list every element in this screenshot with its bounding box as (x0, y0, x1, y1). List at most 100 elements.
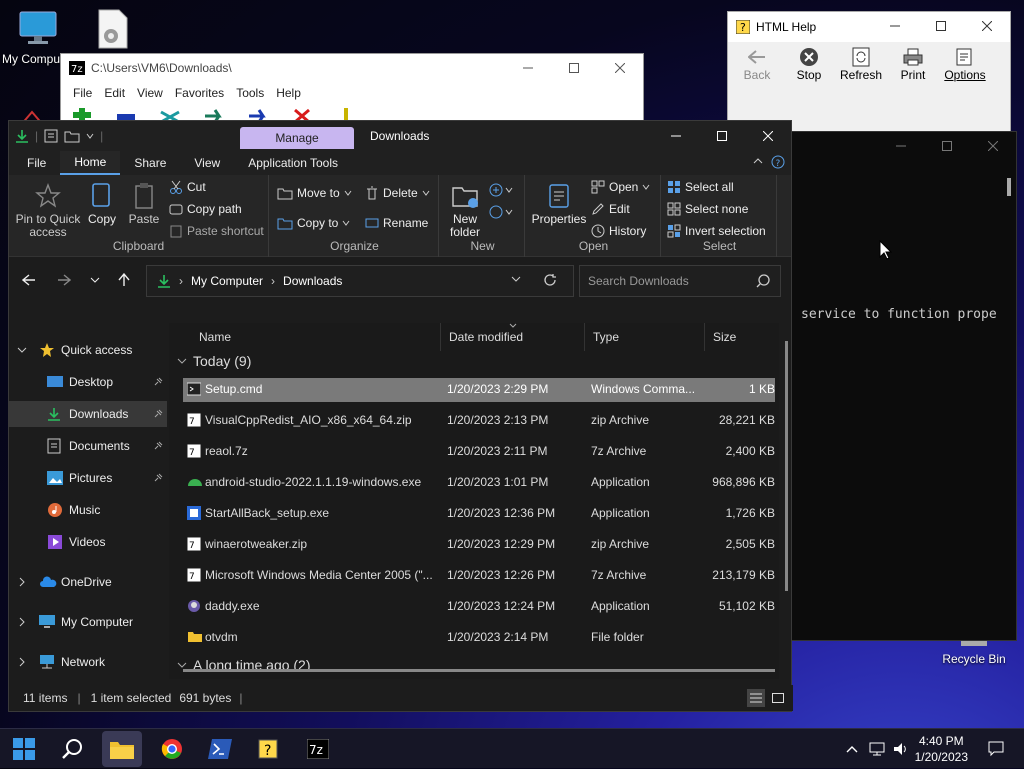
close-button[interactable] (597, 54, 643, 82)
explorer-window[interactable]: | | Manage Downloads File Home Share Vie… (8, 120, 793, 712)
nav-item-videos[interactable]: Videos (9, 529, 167, 555)
file-row[interactable]: daddy.exe 1/20/2023 12:24 PM Application 51… (183, 595, 775, 619)
move-to-button[interactable]: Move to (277, 183, 352, 203)
tab-file[interactable]: File (9, 151, 60, 175)
select-none-button[interactable]: Select none (667, 199, 748, 219)
address-bar[interactable]: › My Computer › Downloads (146, 265, 574, 297)
vertical-scrollbar[interactable] (785, 341, 788, 591)
minimize-button[interactable] (878, 132, 924, 160)
cut-button[interactable]: Cut (169, 177, 206, 197)
pin-quick-access-button[interactable]: Pin to Quick access (13, 179, 83, 239)
console-window[interactable]: service to function prope (790, 131, 1017, 641)
desktop-icon-settings-file[interactable] (88, 8, 138, 50)
search-button[interactable] (52, 731, 92, 767)
delete-button[interactable]: Delete (365, 183, 430, 203)
file-row[interactable]: 7 VisualCppRedist_AIO_x86_x64_64.zip 1/20/… (183, 409, 775, 433)
address-dropdown-button[interactable] (511, 276, 521, 282)
new-item-icon[interactable] (489, 183, 515, 197)
refresh-button[interactable]: Refresh (838, 46, 884, 82)
menu-file[interactable]: File (67, 86, 98, 100)
paste-button[interactable]: Paste (125, 179, 163, 226)
nav-item-desktop[interactable]: Desktop (9, 369, 167, 395)
tab-home[interactable]: Home (60, 151, 121, 175)
column-header-type[interactable]: Type (585, 323, 705, 351)
nav-item-quick-access[interactable]: Quick access (9, 337, 167, 363)
breadcrumb-downloads[interactable]: Downloads (283, 274, 342, 288)
notifications-button[interactable] (984, 729, 1008, 769)
file-row[interactable]: 7 winaerotweaker.zip 1/20/2023 12:29 PM zip… (183, 533, 775, 557)
file-row[interactable]: 7 reaol.7z 1/20/2023 2:11 PM 7z Archive 2,40… (183, 440, 775, 464)
nav-item-pictures[interactable]: Pictures (9, 465, 167, 491)
column-header-size[interactable]: Size (705, 323, 777, 351)
minimize-button[interactable] (505, 54, 551, 82)
open-button[interactable]: Open (591, 177, 650, 197)
properties-button[interactable]: Properties (531, 179, 587, 226)
copy-to-button[interactable]: Copy to (277, 213, 350, 233)
taskbar-html-help[interactable]: ? (248, 731, 288, 767)
menu-tools[interactable]: Tools (230, 86, 270, 100)
details-view-button[interactable] (747, 689, 765, 707)
minimize-button[interactable] (653, 121, 699, 151)
collapse-ribbon-icon[interactable] (753, 157, 763, 165)
file-row[interactable]: android-studio-2022.1.1.19-windows.exe 1/… (183, 471, 775, 495)
taskbar-7zip[interactable]: 7z (298, 731, 338, 767)
menu-help[interactable]: Help (270, 86, 307, 100)
column-header-name[interactable]: Name (191, 323, 441, 351)
copy-button[interactable]: Copy (85, 179, 119, 226)
options-button[interactable]: Options (942, 46, 988, 82)
maximize-button[interactable] (918, 12, 964, 40)
breadcrumb-my-computer[interactable]: My Computer (191, 274, 263, 288)
close-button[interactable] (745, 121, 791, 151)
invert-selection-button[interactable]: Invert selection (667, 221, 766, 241)
tab-share[interactable]: Share (120, 151, 180, 175)
refresh-button[interactable] (543, 273, 557, 287)
paste-shortcut-button[interactable]: Paste shortcut (169, 221, 264, 241)
maximize-button[interactable] (551, 54, 597, 82)
select-all-button[interactable]: Select all (667, 177, 734, 197)
search-input[interactable]: Search Downloads (579, 265, 781, 297)
taskbar-powershell[interactable] (200, 731, 240, 767)
network-status-button[interactable] (866, 729, 888, 769)
start-button[interactable] (4, 731, 44, 767)
file-row[interactable]: 7 Microsoft Windows Media Center 2005 (".… (183, 564, 775, 588)
easy-access-icon[interactable] (489, 205, 515, 219)
maximize-button[interactable] (924, 132, 970, 160)
taskbar-file-explorer[interactable] (102, 731, 142, 767)
maximize-button[interactable] (699, 121, 745, 151)
close-button[interactable] (964, 12, 1010, 40)
copy-path-button[interactable]: Copy path (169, 199, 242, 219)
back-button[interactable]: Back (734, 46, 780, 82)
search-icon[interactable] (756, 274, 770, 288)
close-button[interactable] (970, 132, 1016, 160)
console-scrollbar[interactable] (1007, 178, 1011, 196)
tab-view[interactable]: View (180, 151, 234, 175)
taskbar-chrome[interactable] (152, 731, 192, 767)
menu-edit[interactable]: Edit (98, 86, 131, 100)
tab-manage[interactable]: Manage (240, 127, 354, 149)
up-button[interactable] (112, 269, 136, 291)
menu-favorites[interactable]: Favorites (169, 86, 230, 100)
nav-item-music[interactable]: Music (9, 497, 167, 523)
file-row[interactable]: Setup.cmd 1/20/2023 2:29 PM Windows Comma.… (183, 378, 775, 402)
column-header-date[interactable]: Date modified (441, 323, 585, 351)
back-button[interactable] (17, 269, 41, 291)
edit-button[interactable]: Edit (591, 199, 630, 219)
minimize-button[interactable] (872, 12, 918, 40)
show-hidden-icons-button[interactable] (842, 729, 862, 769)
taskbar-clock[interactable]: 4:40 PM 1/20/2023 (915, 733, 968, 765)
menu-view[interactable]: View (131, 86, 169, 100)
new-folder-button[interactable]: New folder (443, 179, 487, 239)
tab-application-tools[interactable]: Application Tools (234, 151, 352, 175)
nav-item-my-computer[interactable]: My Computer (9, 609, 167, 635)
horizontal-scrollbar[interactable] (183, 669, 775, 672)
stop-button[interactable]: Stop (786, 46, 832, 82)
recent-locations-button[interactable] (83, 269, 107, 291)
group-header-today[interactable]: Today (9) (177, 353, 251, 369)
file-row[interactable]: otvdm 1/20/2023 2:14 PM File folder (183, 626, 775, 650)
file-row[interactable]: StartAllBack_setup.exe 1/20/2023 12:36 PM… (183, 502, 775, 526)
forward-button[interactable] (52, 269, 76, 291)
help-icon[interactable]: ? (771, 155, 785, 169)
nav-item-network[interactable]: Network (9, 649, 167, 675)
nav-item-documents[interactable]: Documents (9, 433, 167, 459)
volume-button[interactable] (890, 729, 912, 769)
